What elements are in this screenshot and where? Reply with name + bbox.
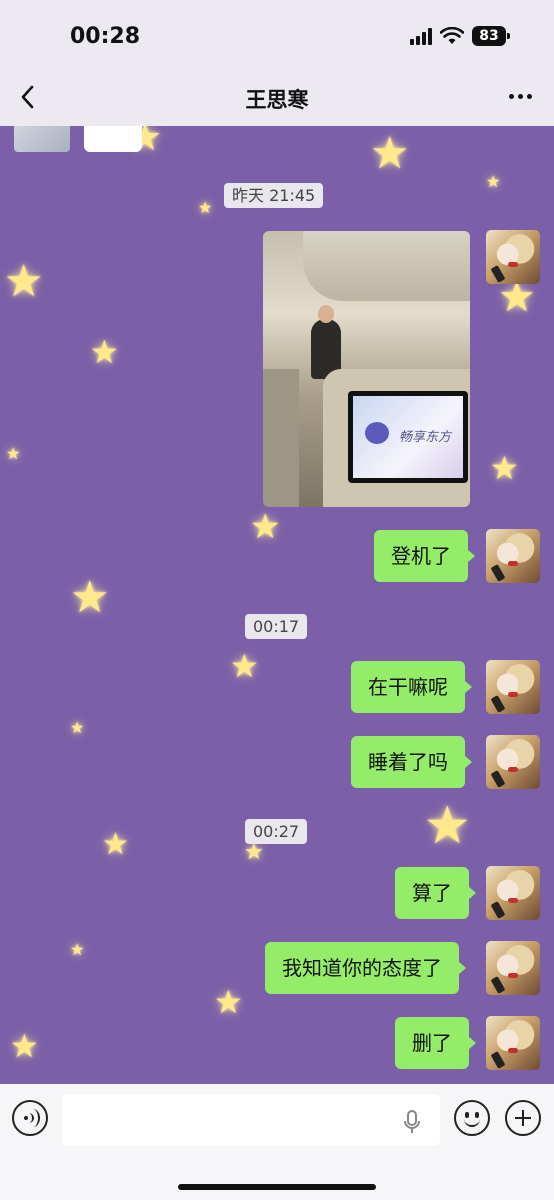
timestamp: 00:17 bbox=[245, 614, 308, 639]
star-decoration: ★ bbox=[10, 1027, 39, 1065]
message-bubble[interactable]: 删了 bbox=[395, 1017, 476, 1069]
star-decoration: ★ bbox=[424, 796, 471, 856]
star-decoration: ★ bbox=[198, 198, 213, 217]
cellular-signal-icon bbox=[410, 27, 432, 45]
star-decoration: ★ bbox=[230, 647, 259, 685]
star-decoration: ★ bbox=[244, 840, 264, 865]
voice-icon[interactable] bbox=[12, 1100, 48, 1136]
star-decoration: ★ bbox=[250, 507, 281, 547]
star-decoration: ★ bbox=[370, 128, 410, 179]
plus-icon[interactable] bbox=[505, 1100, 541, 1136]
star-decoration: ★ bbox=[4, 256, 44, 307]
star-decoration: ★ bbox=[214, 983, 243, 1021]
avatar[interactable] bbox=[486, 660, 540, 714]
seatback-screen: 畅享东方 bbox=[348, 391, 468, 483]
avatar[interactable] bbox=[486, 735, 540, 789]
battery-indicator: 83 bbox=[472, 26, 510, 46]
message-bubble[interactable]: 在干嘛呢 bbox=[351, 661, 472, 713]
overhead-bin bbox=[303, 231, 470, 301]
star-decoration: ★ bbox=[486, 172, 501, 191]
flower-graphic bbox=[365, 422, 389, 444]
avatar[interactable] bbox=[486, 866, 540, 920]
message-bubble[interactable]: 登机了 bbox=[374, 530, 475, 582]
avatar[interactable] bbox=[486, 1016, 540, 1070]
message-bubble[interactable]: 算了 bbox=[395, 867, 476, 919]
star-decoration: ★ bbox=[70, 718, 85, 737]
home-indicator bbox=[178, 1184, 376, 1190]
photo-message[interactable]: 畅享东方 bbox=[263, 231, 470, 507]
star-decoration: ★ bbox=[102, 827, 129, 862]
microphone-icon[interactable] bbox=[402, 1110, 422, 1134]
avatar[interactable] bbox=[486, 941, 540, 995]
message-bubble[interactable]: 睡着了吗 bbox=[351, 736, 472, 788]
wifi-icon bbox=[440, 27, 464, 44]
star-decoration: ★ bbox=[490, 449, 519, 487]
seat bbox=[263, 369, 299, 507]
timestamp: 昨天 21:45 bbox=[224, 183, 324, 208]
previous-image-message[interactable] bbox=[14, 126, 70, 152]
message-bubble[interactable]: 我知道你的态度了 bbox=[265, 942, 466, 994]
top-bar: 00:28 83 王思寒 bbox=[0, 0, 554, 126]
timestamp: 00:27 bbox=[245, 819, 308, 844]
more-dots-icon[interactable] bbox=[509, 94, 532, 99]
star-decoration: ★ bbox=[6, 444, 21, 463]
screen-text: 畅享东方 bbox=[399, 430, 452, 445]
input-bar bbox=[0, 1084, 554, 1200]
status-icons: 83 bbox=[410, 26, 510, 46]
previous-sticker-message[interactable] bbox=[84, 126, 142, 152]
message-input[interactable] bbox=[62, 1094, 440, 1146]
star-decoration: ★ bbox=[90, 333, 119, 371]
status-time: 00:28 bbox=[70, 24, 141, 49]
chat-area[interactable]: ★ ★ ★ ★ ★ ★ ★ ★ ★ ★ ★ ★ ★ ★ ★ ★ ★ ★ ★ 昨天… bbox=[0, 126, 554, 1084]
avatar[interactable] bbox=[486, 529, 540, 583]
avatar[interactable] bbox=[486, 230, 540, 284]
star-decoration: ★ bbox=[70, 572, 110, 623]
star-decoration: ★ bbox=[70, 940, 85, 959]
emoji-icon[interactable] bbox=[454, 1100, 490, 1136]
page-title: 王思寒 bbox=[245, 88, 309, 112]
